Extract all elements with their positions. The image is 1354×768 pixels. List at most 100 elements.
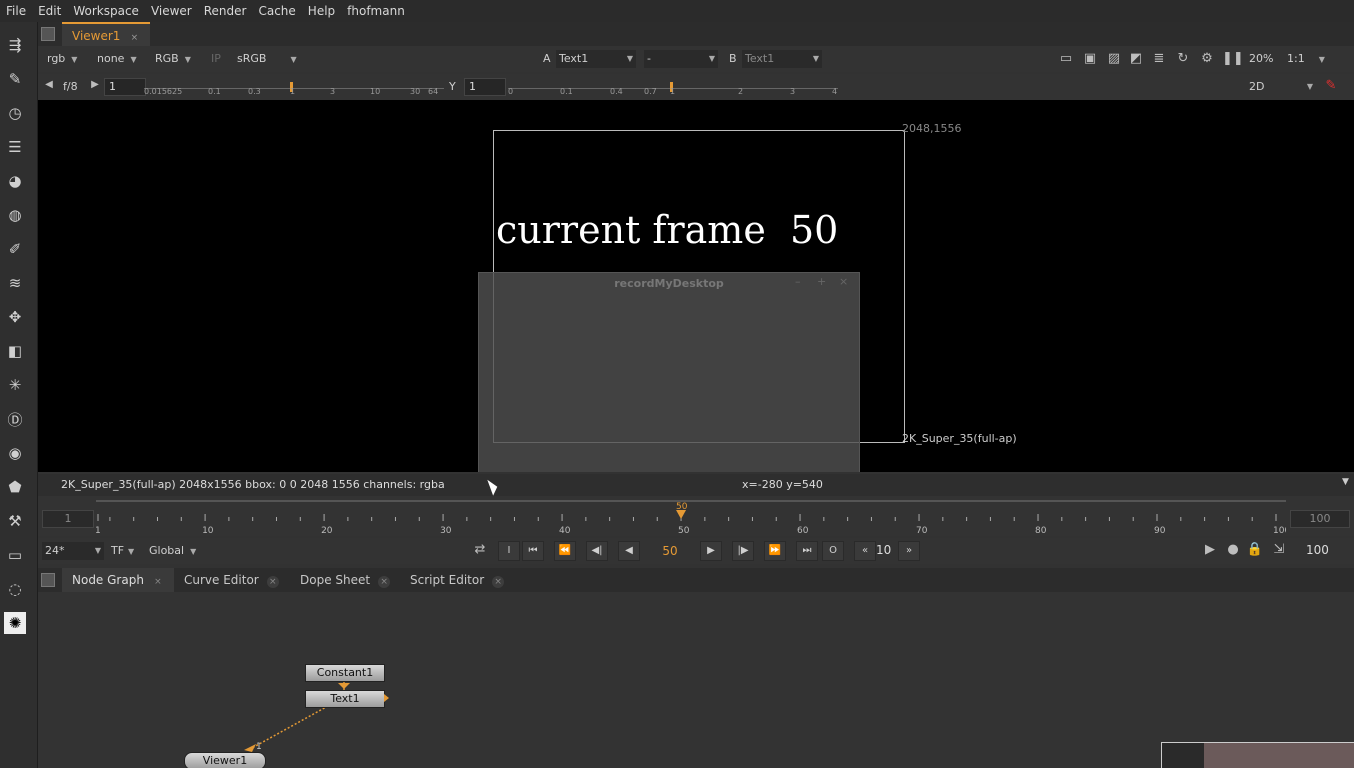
other-tool-icon[interactable]: ▭ (4, 544, 26, 566)
furnace-tool-icon[interactable]: ◌ (4, 578, 26, 600)
logo-tool-icon[interactable]: ✺ (4, 612, 26, 634)
close-icon[interactable]: × (128, 32, 140, 44)
lut-select[interactable]: sRGB ▼ (234, 50, 300, 68)
gamma-field[interactable]: 1 (464, 78, 506, 96)
timeline[interactable]: 1 1 10 20 30 40 50 60 70 80 90 100 50 100 (38, 496, 1354, 536)
lines-icon[interactable]: ≣ (1150, 51, 1168, 66)
expand-icon[interactable]: ▼ (1342, 477, 1349, 487)
timeline-ruler[interactable]: 1 10 20 30 40 50 60 70 80 90 100 50 (96, 496, 1286, 536)
fstop-prev-icon[interactable]: ◀ (40, 79, 58, 90)
loop-icon[interactable]: ⇄ (471, 542, 489, 557)
color-tool-icon[interactable]: ◕ (4, 170, 26, 192)
menu-viewer[interactable]: Viewer (145, 0, 198, 22)
tab-script-editor[interactable]: Script Editor × (400, 568, 514, 592)
gear-icon[interactable]: ⚙ (1198, 51, 1216, 66)
menu-help[interactable]: Help (302, 0, 341, 22)
filter-tool-icon[interactable]: ◍ (4, 204, 26, 226)
particles-tool-icon[interactable]: ✳ (4, 374, 26, 396)
b-input-select[interactable]: Text1 ▼ (742, 50, 822, 68)
play-backward-icon[interactable]: ◀ (618, 541, 640, 561)
next-keyframe-icon[interactable]: ⏩ (764, 541, 786, 561)
range-icon[interactable]: ⇲ (1270, 542, 1288, 557)
wipe-mode-select[interactable]: - ▼ (644, 50, 718, 68)
roi-icon[interactable]: ▭ (1057, 51, 1075, 66)
proxy-icon[interactable]: ◩ (1127, 51, 1145, 66)
alpha-select[interactable]: none ▼ (94, 50, 140, 68)
gamma-slider[interactable]: 0 0.1 0.4 0.7 1 2 3 4 (508, 78, 838, 96)
menu-cache[interactable]: Cache (252, 0, 301, 22)
recordmydesktop-window[interactable]: recordMyDesktop – + × (478, 272, 860, 472)
skip-back-icon[interactable]: « (854, 541, 876, 561)
tab-node-graph[interactable]: Node Graph × (62, 568, 174, 592)
timeline-end[interactable]: 100 (1290, 510, 1350, 528)
channel-tool-icon[interactable]: ☰ (4, 136, 26, 158)
next-frame-icon[interactable]: |▶ (732, 541, 754, 561)
menu-user[interactable]: fhofmann (341, 0, 411, 22)
time-tool-icon[interactable]: ◷ (4, 102, 26, 124)
node-text1[interactable]: Text1 (305, 690, 385, 708)
transform-tool-icon[interactable]: ✥ (4, 306, 26, 328)
3d-tool-icon[interactable]: ◧ (4, 340, 26, 362)
view-mode-select[interactable]: 2D ▼ (1246, 78, 1316, 96)
viewer-canvas[interactable]: 2048,1556 current frame 50 recordMyDeskt… (38, 100, 1354, 472)
deep-tool-icon[interactable]: Ⓓ (4, 408, 26, 430)
record-icon[interactable]: ● (1224, 542, 1242, 557)
display-select[interactable]: RGB ▼ (152, 50, 194, 68)
pane-menu-icon[interactable] (41, 27, 55, 41)
keyer-tool-icon[interactable]: ✐ (4, 238, 26, 260)
merge-tool-icon[interactable]: ≋ (4, 272, 26, 294)
tab-dope-sheet[interactable]: Dope Sheet × (290, 568, 400, 592)
frame-icon[interactable]: ▣ (1081, 51, 1099, 66)
minimize-icon[interactable]: – (795, 275, 801, 288)
flipbook-icon[interactable]: ▶ (1201, 542, 1219, 557)
menu-workspace[interactable]: Workspace (67, 0, 145, 22)
ratio-select[interactable]: 1:1 ▼ (1284, 50, 1328, 68)
gain-field[interactable]: 1 (104, 78, 146, 96)
mask-input-icon[interactable] (384, 694, 389, 702)
prev-keyframe-icon[interactable]: ⏪ (554, 541, 576, 561)
gain-slider[interactable]: 0.015625 0.1 0.3 1 3 10 30 64 (144, 78, 444, 96)
last-frame-icon[interactable]: ⏭ (796, 541, 818, 561)
close-icon[interactable]: × (839, 275, 848, 288)
node-graph[interactable]: Constant1 Text1 1 Viewer1 (38, 592, 1354, 768)
navigator-minimap[interactable] (1161, 742, 1354, 768)
fstop-next-icon[interactable]: ▶ (86, 79, 104, 90)
lock-icon[interactable]: 🔒 (1246, 542, 1264, 557)
node-constant1[interactable]: Constant1 (305, 664, 385, 682)
channel-select[interactable]: rgb ▼ (44, 50, 80, 68)
metadata-tool-icon[interactable]: ⬟ (4, 476, 26, 498)
tab-viewer1[interactable]: Viewer1 × (62, 22, 151, 46)
prev-frame-icon[interactable]: ◀| (586, 541, 608, 561)
menu-edit[interactable]: Edit (32, 0, 67, 22)
zoom-select[interactable]: 20% (1246, 50, 1276, 68)
skip-forward-icon[interactable]: » (898, 541, 920, 561)
pencil-icon[interactable]: ✎ (1322, 78, 1340, 93)
skip-amount[interactable]: 10 (876, 543, 891, 557)
timeline-start[interactable]: 1 (42, 510, 94, 528)
end-frame-field[interactable]: 100 (1306, 543, 1329, 557)
play-forward-icon[interactable]: ▶ (700, 541, 722, 561)
zebra-icon[interactable]: ▨ (1105, 51, 1123, 66)
image-tool-icon[interactable]: ⇶ (4, 34, 26, 56)
ip-toggle[interactable]: IP (208, 50, 224, 68)
close-icon[interactable]: × (492, 576, 505, 588)
menu-render[interactable]: Render (198, 0, 253, 22)
views-tool-icon[interactable]: ◉ (4, 442, 26, 464)
pane-menu-icon[interactable] (41, 573, 55, 587)
draw-tool-icon[interactable]: ✎ (4, 68, 26, 90)
menu-file[interactable]: File (0, 0, 32, 22)
out-point-button[interactable]: O (822, 541, 844, 561)
close-icon[interactable]: × (152, 576, 164, 588)
a-input-select[interactable]: Text1 ▼ (556, 50, 636, 68)
in-point-button[interactable]: I (498, 541, 520, 561)
maximize-icon[interactable]: + (817, 275, 826, 288)
close-icon[interactable]: × (378, 576, 391, 588)
tab-curve-editor[interactable]: Curve Editor × (174, 568, 289, 592)
refresh-icon[interactable]: ↻ (1174, 51, 1192, 66)
fps-select[interactable]: 24* ▼ (42, 542, 104, 560)
range-select[interactable]: Global ▼ (146, 542, 199, 560)
close-icon[interactable]: × (266, 576, 279, 588)
toolsets-tool-icon[interactable]: ⚒ (4, 510, 26, 532)
first-frame-icon[interactable]: ⏮ (522, 541, 544, 561)
current-frame-field[interactable]: 50 (648, 541, 692, 561)
